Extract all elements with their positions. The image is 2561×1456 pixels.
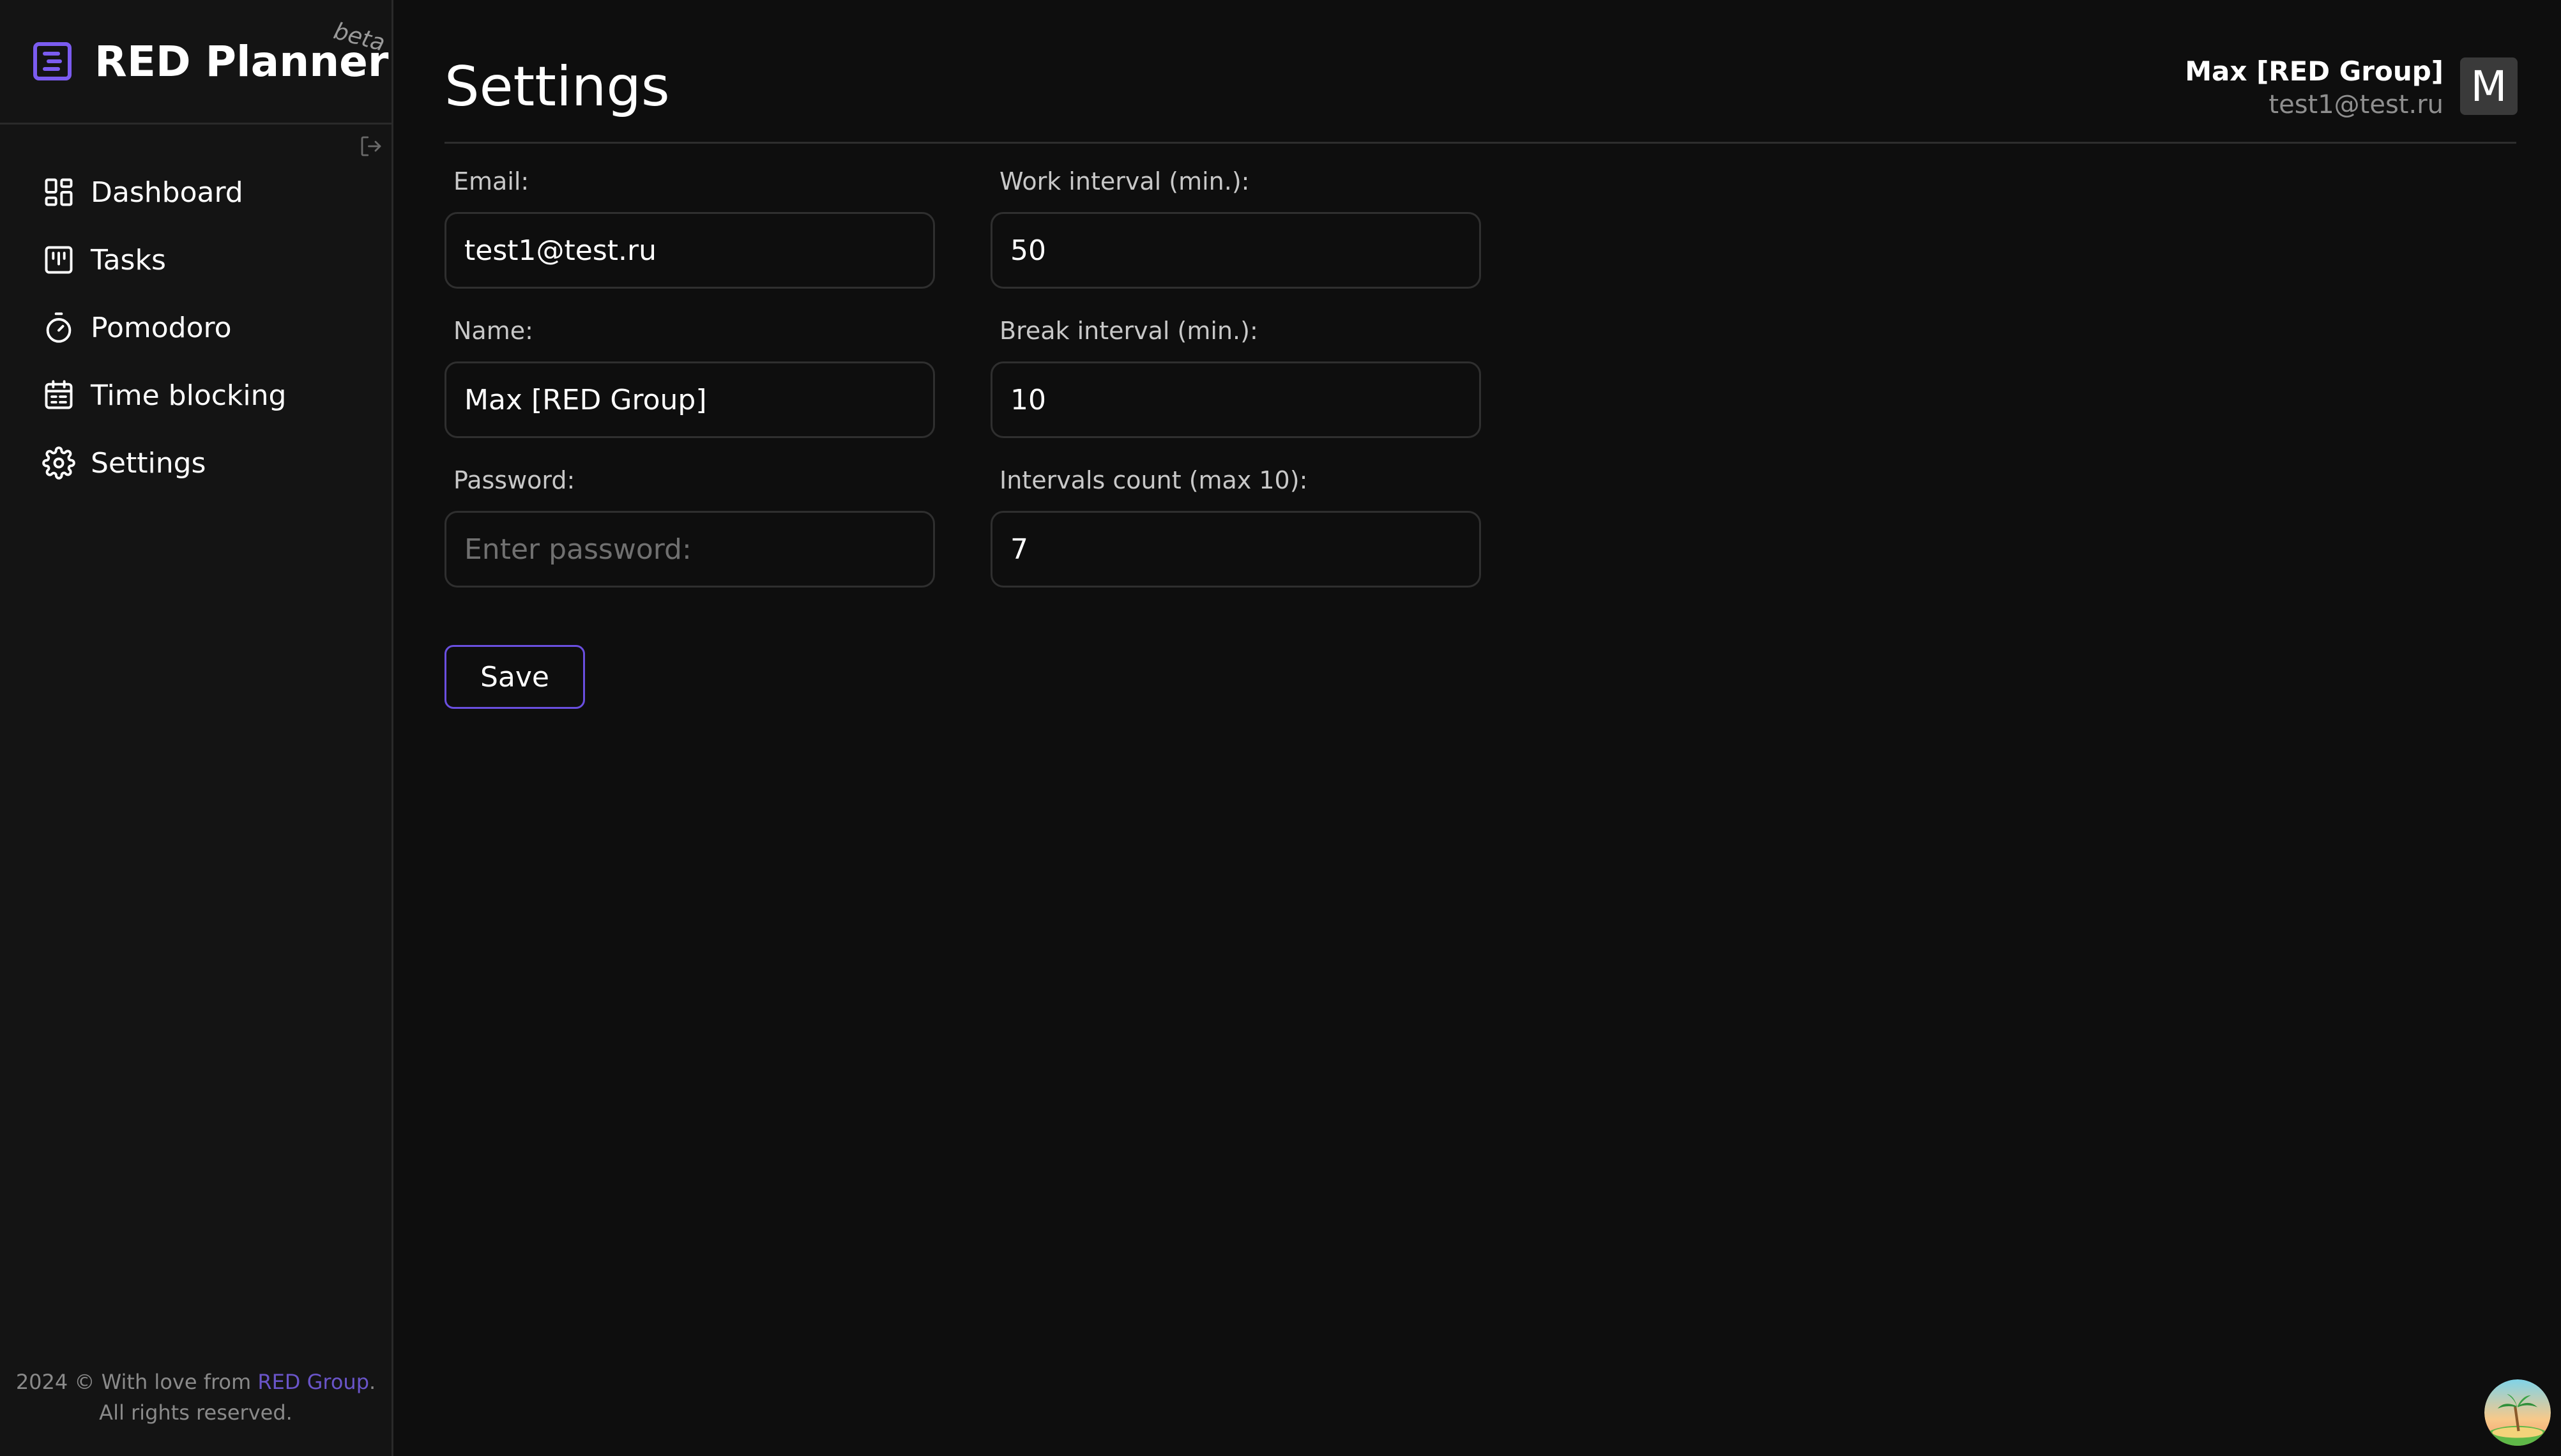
break-interval-field[interactable]: [991, 361, 1481, 438]
user-name: Max [RED Group]: [2185, 56, 2443, 87]
password-field[interactable]: [445, 511, 935, 588]
name-field[interactable]: [445, 361, 935, 438]
sidebar: RED Planner beta Dashboard Tasks Pomodor…: [0, 0, 393, 1456]
email-field[interactable]: [445, 212, 935, 289]
timer-icon: [46, 312, 72, 343]
sidebar-item-label: Settings: [91, 446, 206, 480]
sidebar-item-label: Dashboard: [91, 176, 243, 209]
break-interval-label: Break interval (min.):: [999, 317, 1258, 345]
footer-suffix: .: [369, 1370, 376, 1394]
sidebar-item-dashboard[interactable]: Dashboard: [42, 158, 286, 226]
calendar-icon: [45, 380, 73, 409]
island-avatar-icon[interactable]: [2484, 1379, 2551, 1446]
kanban-icon: [45, 246, 73, 274]
sidebar-divider: [0, 123, 391, 125]
user-email: test1@test.ru: [2268, 90, 2443, 119]
sidebar-footer: 2024 © With love from RED Group. All rig…: [0, 1367, 391, 1428]
sidebar-item-label: Pomodoro: [91, 311, 232, 344]
footer-rights: All rights reserved.: [99, 1400, 293, 1425]
sidebar-nav: Dashboard Tasks Pomodoro Time blocking S…: [42, 158, 286, 497]
footer-prefix: 2024 © With love from: [15, 1370, 258, 1394]
sidebar-item-pomodoro[interactable]: Pomodoro: [42, 294, 286, 361]
logout-icon[interactable]: [358, 133, 384, 160]
work-interval-label: Work interval (min.):: [999, 167, 1250, 195]
logo-icon: [33, 42, 72, 80]
user-info: Max [RED Group] test1@test.ru: [2185, 55, 2443, 121]
header-divider: [445, 142, 2516, 144]
page-title: Settings: [445, 55, 670, 119]
sidebar-item-label: Tasks: [91, 243, 166, 277]
sidebar-item-tasks[interactable]: Tasks: [42, 226, 286, 294]
work-interval-field[interactable]: [991, 212, 1481, 289]
gear-icon: [42, 446, 75, 480]
intervals-count-field[interactable]: [991, 511, 1481, 588]
sidebar-item-label: Time blocking: [91, 379, 287, 412]
save-button[interactable]: Save: [445, 645, 585, 709]
dashboard-icon: [45, 178, 73, 206]
email-label: Email:: [453, 167, 529, 195]
name-label: Name:: [453, 317, 533, 345]
intervals-count-label: Intervals count (max 10):: [999, 466, 1308, 494]
sidebar-item-settings[interactable]: Settings: [42, 429, 286, 497]
avatar[interactable]: M: [2460, 57, 2518, 115]
red-group-link[interactable]: RED Group: [257, 1370, 369, 1394]
password-label: Password:: [453, 466, 575, 494]
sidebar-item-time-blocking[interactable]: Time blocking: [42, 361, 286, 429]
